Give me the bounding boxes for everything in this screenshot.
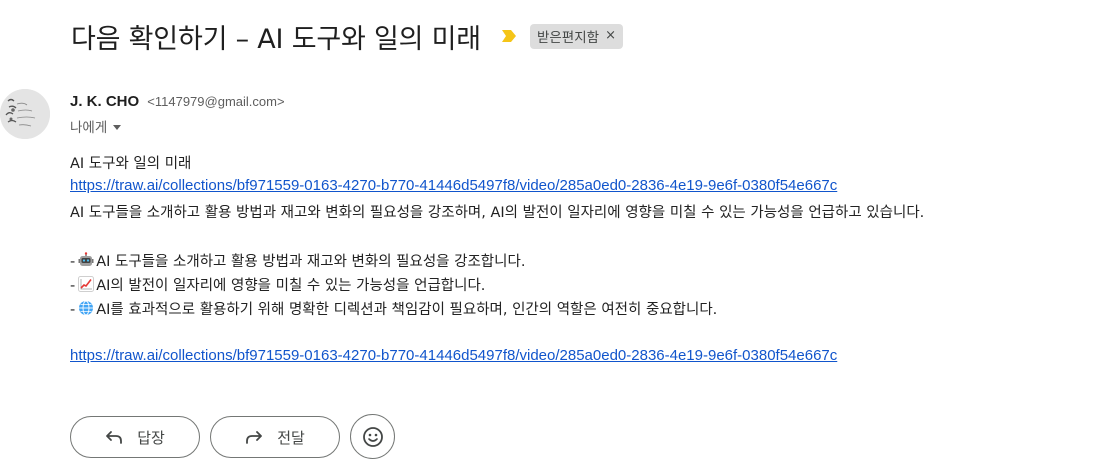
bullet-text: AI 도구들을 소개하고 활용 방법과 재고와 변화의 필요성을 강조합니다. — [96, 254, 526, 270]
bullet-item: - AI의 발전이 일자리에 영향을 미칠 수 있는 가능성을 언급합니다. — [70, 274, 485, 295]
video-link[interactable]: https://traw.ai/collections/bf971559-016… — [70, 177, 837, 194]
message-title: AI 도구와 일의 미래 — [70, 156, 192, 172]
subject-row: 다음 확인하기 – AI 도구와 일의 미래 받은편지함 × — [71, 16, 623, 56]
bullet-text: AI를 효과적으로 활용하기 위해 명확한 디렉션과 책임감이 필요하며, 인간… — [96, 302, 718, 318]
globe-icon — [79, 300, 94, 316]
sender-avatar[interactable] — [0, 89, 50, 139]
video-link[interactable]: https://traw.ai/collections/bf971559-016… — [70, 347, 837, 364]
importance-marker-icon[interactable] — [501, 29, 517, 43]
reply-label: 답장 — [137, 428, 165, 447]
bullet-prefix: - — [70, 254, 76, 270]
bullet-item: - AI를 효과적으로 활용하기 위해 명확한 디렉션과 책임감이 필요하며, … — [70, 298, 717, 319]
sender-email: <1147979@gmail.com> — [147, 94, 285, 109]
forward-button[interactable]: 전달 — [210, 416, 340, 458]
reply-button[interactable]: 답장 — [70, 416, 200, 458]
sender-info: J. K. CHO <1147979@gmail.com> — [70, 91, 285, 110]
avatar-image-icon — [0, 89, 50, 139]
label-text: 받은편지함 — [536, 29, 600, 46]
robot-icon — [78, 252, 94, 266]
forward-arrow-icon — [246, 431, 263, 444]
remove-label-button[interactable]: × — [605, 28, 616, 43]
recipient-details-toggle[interactable]: 나에게 — [70, 116, 122, 136]
emoji-reaction-button[interactable] — [350, 414, 395, 459]
chevron-down-icon[interactable] — [113, 124, 122, 130]
bullet-item: - AI 도구들을 소개하고 활용 방법과 재고와 변화의 필요성을 강조합니다… — [70, 250, 525, 271]
chart-increasing-icon — [78, 276, 95, 292]
sender-name[interactable]: J. K. CHO — [70, 93, 139, 110]
message-summary: AI 도구들을 소개하고 활용 방법과 재고와 변화의 필요성을 강조하며, A… — [70, 205, 925, 221]
inbox-label-chip: 받은편지함 × — [529, 23, 623, 49]
bullet-prefix: - — [70, 302, 76, 318]
bullet-prefix: - — [70, 278, 76, 294]
bullet-text: AI의 발전이 일자리에 영향을 미칠 수 있는 가능성을 언급합니다. — [96, 278, 486, 294]
smiley-icon — [362, 426, 383, 447]
forward-label: 전달 — [277, 428, 305, 447]
recipient-label: 나에게 — [70, 120, 108, 136]
email-subject: 다음 확인하기 – AI 도구와 일의 미래 — [71, 23, 481, 55]
reply-arrow-icon — [106, 431, 123, 444]
